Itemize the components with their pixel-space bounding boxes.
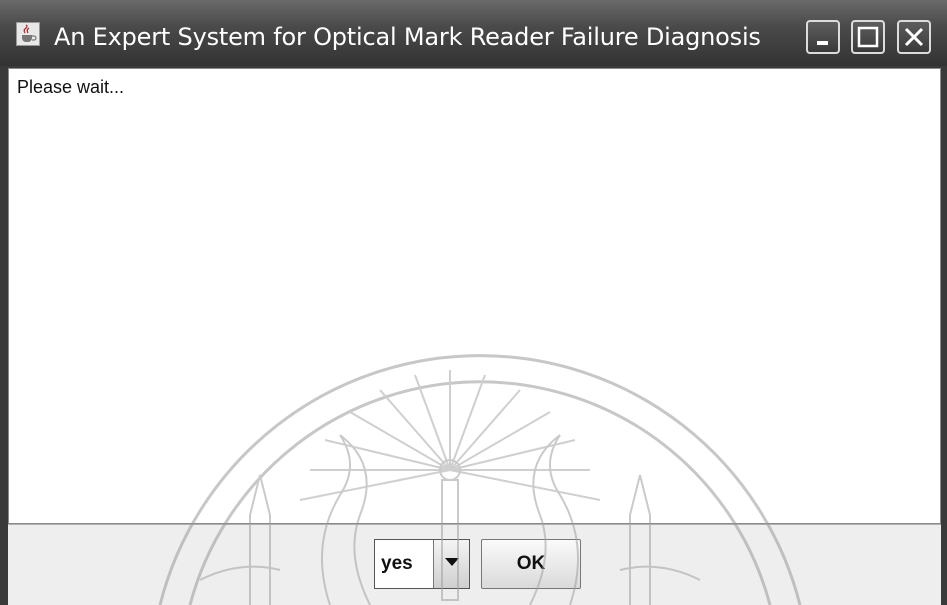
maximize-button[interactable]: [851, 20, 885, 54]
minimize-button[interactable]: [806, 20, 840, 54]
title-bar[interactable]: An Expert System for Optical Mark Reader…: [0, 0, 947, 66]
answer-dropdown[interactable]: yes: [374, 539, 470, 589]
java-cup-icon: [16, 22, 40, 46]
window-title: An Expert System for Optical Mark Reader…: [54, 23, 761, 51]
minimize-icon: [817, 41, 828, 45]
message-area: Please wait...: [8, 68, 941, 524]
answer-dropdown-value: yes: [381, 553, 413, 574]
dropdown-arrow-button[interactable]: [433, 540, 469, 588]
chevron-down-icon: [444, 558, 459, 566]
application-window: An Expert System for Optical Mark Reader…: [0, 0, 947, 605]
ok-button[interactable]: OK: [481, 539, 581, 589]
close-button[interactable]: [897, 20, 931, 54]
maximize-icon: [857, 26, 879, 48]
close-icon: [904, 27, 924, 47]
status-message: Please wait...: [17, 77, 125, 97]
button-panel: yes OK: [8, 524, 941, 605]
